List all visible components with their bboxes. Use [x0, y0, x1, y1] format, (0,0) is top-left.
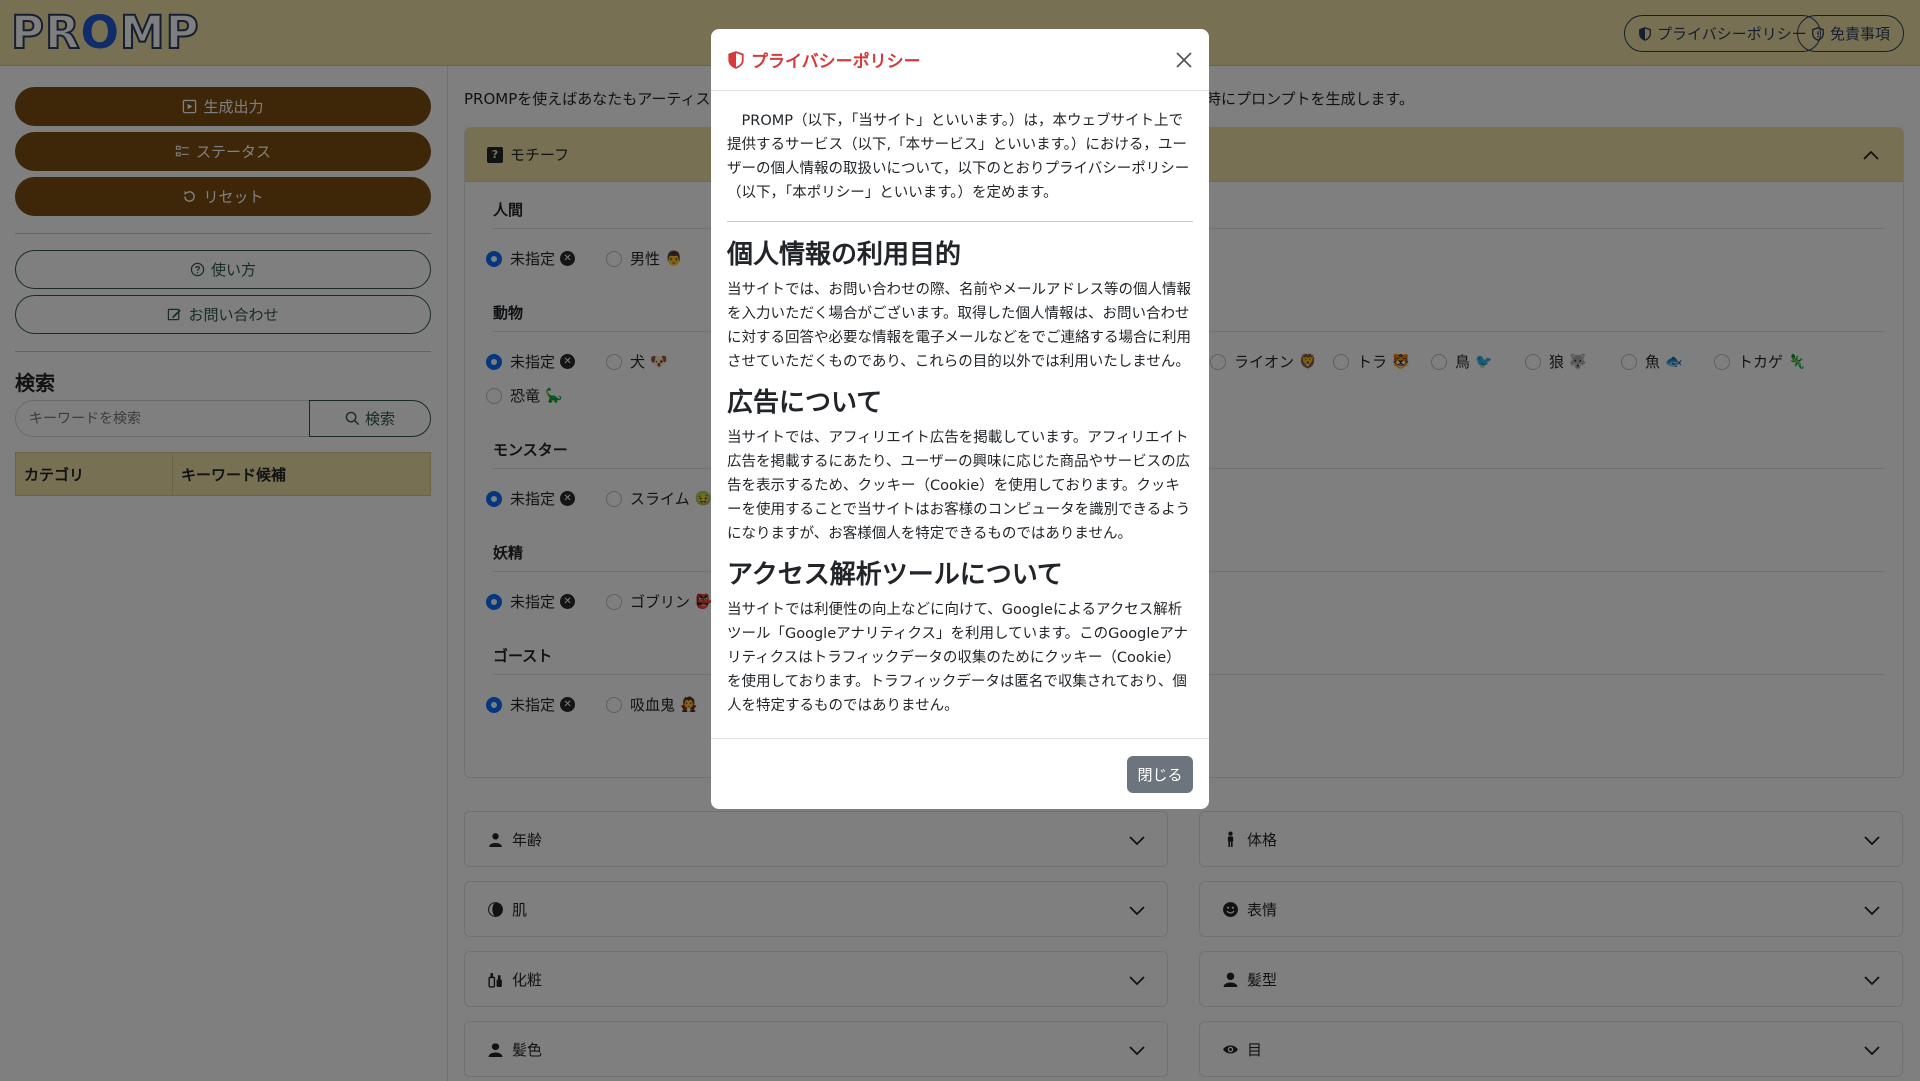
close-button[interactable]: 閉じる [1127, 756, 1193, 793]
section-heading: 個人情報の利用目的 [727, 240, 962, 270]
modal-header: プライバシーポリシー [711, 29, 1209, 91]
privacy-policy-modal: プライバシーポリシー PROMP（以下，「当サイト」といいます。）は，本ウェブサ… [711, 29, 1209, 809]
section-heading: 広告について [727, 388, 883, 418]
modal-title: プライバシーポリシー [751, 52, 921, 72]
section-heading: アクセス解析ツールについて [727, 560, 1063, 590]
section-text: 当サイトでは、お問い合わせの際、名前やメールアドレス等の個人情報を入力いただく場… [727, 282, 1191, 370]
section-text: 当サイトでは、アフィリエイト広告を掲載しています。アフィリエイト広告を掲載するに… [727, 430, 1191, 542]
close-icon[interactable] [1173, 49, 1195, 71]
shield-icon [728, 50, 744, 69]
section-text: 当サイトでは利便性の向上などに向けて、Googleによるアクセス解析ツール「Go… [727, 602, 1188, 714]
policy-intro: PROMP（以下，「当サイト」といいます。）は，本ウェブサイト上で提供するサービ… [727, 113, 1190, 201]
divider [727, 221, 1193, 222]
modal-footer: 閉じる [711, 738, 1209, 809]
modal-body: PROMP（以下，「当サイト」といいます。）は，本ウェブサイト上で提供するサービ… [727, 109, 1193, 730]
